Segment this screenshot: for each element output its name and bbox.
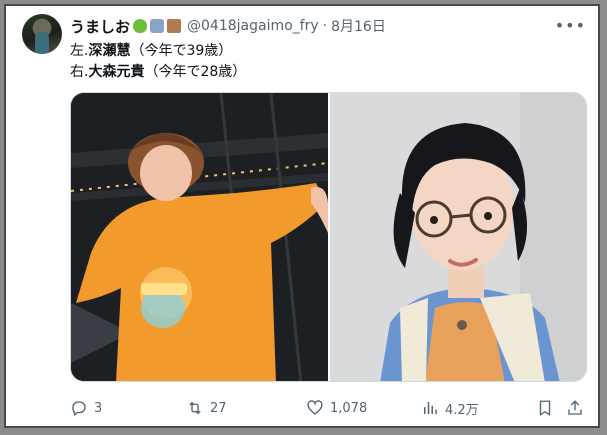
photo-right[interactable] <box>330 93 586 381</box>
line-prefix: 左. <box>70 43 89 59</box>
more-icon[interactable]: ••• <box>555 16 586 35</box>
retweet-count: 27 <box>210 400 227 416</box>
post-date[interactable]: 8月16日 <box>331 16 386 36</box>
green-apple-emoji-icon <box>133 19 148 33</box>
retweet-icon <box>189 401 201 415</box>
line-suffix: （今年で39歳） <box>130 43 233 59</box>
like-button[interactable]: 1,078 <box>306 397 367 419</box>
bookmark-button[interactable] <box>536 397 560 419</box>
robot-emoji-icon <box>150 19 165 33</box>
tweet-card: うましお @0418jagaimo_fry · 8月16日 ••• 左.深瀬慧（… <box>4 4 600 428</box>
photo-left-illustration <box>71 93 328 381</box>
share-icon <box>568 400 582 415</box>
tweet-text-line-1: 左.深瀬慧（今年で39歳） <box>70 40 232 60</box>
retweet-button[interactable]: 27 <box>186 397 227 419</box>
person-name: 深瀬慧 <box>88 43 131 59</box>
line-prefix: 右. <box>70 64 89 80</box>
like-count: 1,078 <box>330 400 368 416</box>
user-handle[interactable]: @0418jagaimo_fry <box>187 18 319 34</box>
separator-dot: · <box>322 18 328 34</box>
view-count: 4.2万 <box>445 402 479 418</box>
action-bar: 3 27 1,078 4.2万 <box>70 397 590 421</box>
person-name: 大森元貴 <box>88 64 145 80</box>
reply-count: 3 <box>94 400 103 416</box>
views-button[interactable]: 4.2万 <box>421 397 479 419</box>
bookmark-icon <box>539 400 551 417</box>
tweet-text-line-2: 右.大森元貴（今年で28歳） <box>70 61 246 81</box>
line-suffix: （今年で28歳） <box>144 64 247 80</box>
views-chart-icon <box>424 402 437 414</box>
avatar[interactable] <box>22 14 62 54</box>
photo-right-illustration <box>330 93 586 381</box>
media-grid <box>70 92 587 382</box>
display-name[interactable]: うましお <box>70 16 130 37</box>
reply-button[interactable]: 3 <box>70 397 102 419</box>
package-emoji-icon <box>167 19 182 33</box>
photo-left[interactable] <box>71 93 328 381</box>
reply-icon <box>72 401 86 417</box>
tweet-header: うましお @0418jagaimo_fry · 8月16日 <box>70 16 386 36</box>
share-button[interactable] <box>566 397 590 419</box>
heart-icon <box>307 400 323 415</box>
